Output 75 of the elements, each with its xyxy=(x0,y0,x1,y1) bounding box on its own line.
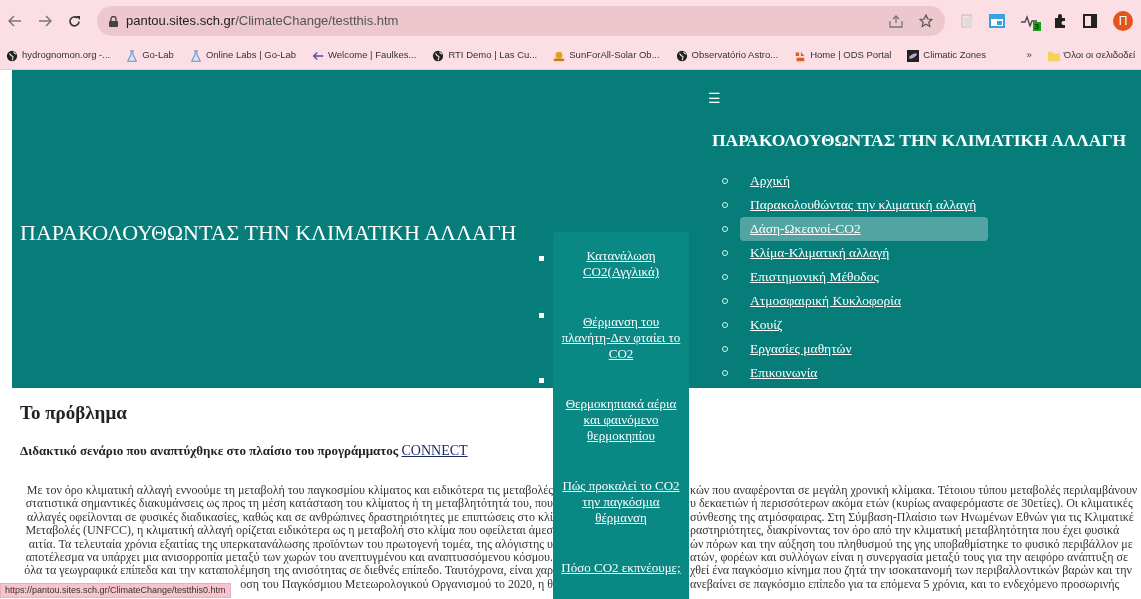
globe-icon xyxy=(432,49,445,62)
paragraph-text: υ δεκαετιών ή περισσότερων ακόμα ετών (κυρίως αναφερόμαστε σε 30ετίες). Οι κλιματικές xyxy=(690,497,1133,511)
pulse-icon xyxy=(1021,15,1037,27)
bookmark[interactable]: RTI Demo | Las Cu... xyxy=(432,48,538,63)
submenu-link[interactable]: Θερμοκηπιακά αέρια και φαινόμενο θερμοκηπίου xyxy=(553,396,689,444)
paragraph-text: ατών, φορέων και συλλόγων είναι η συνεργασία μεταξύ τους για την αειφόρο ανάπτυξη σε xyxy=(690,550,1128,565)
reload-icon[interactable] xyxy=(68,14,81,28)
section-heading: Το πρόβλημα xyxy=(20,402,127,425)
globe-icon xyxy=(6,49,18,62)
connect-link[interactable]: CONNECT xyxy=(401,443,468,458)
paragraph-text: αλλαγές οφείλονται σε φυσικές διαδικασίες, καθώς και σε ανθρώπινες δραστηριότητες με επιπτώσεις στο κλί xyxy=(26,510,553,525)
more-bookmarks-button[interactable]: » xyxy=(1026,48,1032,63)
nav-link[interactable]: Επιστημονική Μέθοδος xyxy=(740,265,988,290)
bullet-icon xyxy=(539,256,544,261)
extension-badge: 3 xyxy=(1032,22,1041,31)
folder-icon xyxy=(1047,49,1060,62)
sun-icon xyxy=(553,49,566,62)
submenu-link[interactable]: Πόσο CO2 εκπνέουμε; xyxy=(553,560,689,576)
lock-icon xyxy=(109,15,118,27)
galaxy-icon xyxy=(907,49,920,62)
paragraph-text: Μεταβολές (UNFCC), η κλιματική αλλαγή ορίζεται ειδικότερα ως η μεταβολή στο κλίμα που οφείλεται άμεσ xyxy=(25,524,553,538)
back-icon[interactable] xyxy=(8,15,22,27)
nav-link[interactable]: Εργασίες μαθητών xyxy=(740,337,988,362)
paragraph-text: ραστηριότητες, διακρίνοντας τον όρο από την κλιματική μεταβλητότητα που έχει φυσικά xyxy=(690,524,1120,538)
page-title: ΠΑΡΑΚΟΛΟΥΘΩΝΤΑΣ ΤΗΝ ΚΛΙΜΑΤΙΚΗ ΑΛΛΑΓΗ xyxy=(20,220,517,247)
bookmark[interactable]: SunForAll-Solar Ob... xyxy=(553,48,660,63)
flask-icon xyxy=(189,49,202,62)
submenu-link[interactable]: Πώς προκαλεί το CO2 την παγκόσμια θέρμανση xyxy=(553,478,689,526)
bookmark[interactable]: Online Labs | Go-Lab xyxy=(189,48,296,63)
paragraph-text: σύνθεσης της ατμόσφαιρας. Στη Σύμβαση-Πλαίσιο των Ηνωμένων Εθνών για τις Κλιματικέ xyxy=(690,510,1134,525)
nav-link[interactable]: Κουίζ xyxy=(740,313,988,338)
flask-icon xyxy=(126,49,139,62)
paragraph-text: ανεβαίνει σε παγκόσμιο επίπεδο για τα επόμενα 5 χρόνια, και το ενδεχόμενο προσωρινής xyxy=(690,577,1120,592)
bullet-icon xyxy=(539,313,544,318)
nav-link[interactable]: Επικοινωνία xyxy=(740,361,988,386)
nav-link[interactable]: Δάση-Ωκεανοί-CO2 xyxy=(740,217,988,242)
puzzle-icon[interactable] xyxy=(1053,14,1067,28)
paragraph-text: οση του Παγκόσμιου Μετεωρολογικού Οργανισμού το 2020, η θ xyxy=(240,577,553,592)
url-text: pantou.sites.sch.gr/ClimateChange/testthis.htm xyxy=(126,12,399,31)
paragraph-text: ών πόρων και την αύξηση του πληθυσμού της γης υποβαθμίστηκε το φυσικό περιβάλλον με xyxy=(690,537,1133,551)
paragraph-text: χθεί ένα παγκόσμιο κίνημα που ζητά την ισοκατανομή των περιβαλλοντικών βαρών και την xyxy=(690,564,1132,578)
paragraph-text: αιτία. Τα τελευταία χρόνια εξαιτίας της υπερκατανάλωσης προϊόντων του πρωτογενή τομέα, της αλόγιστης υ xyxy=(28,537,553,551)
profile-avatar[interactable]: П xyxy=(1113,11,1133,31)
bookmark[interactable]: Climatic Zones xyxy=(907,48,987,63)
paragraph-text: στατιστικά σημαντικές διακυμάνσεις ως προς τη μέση κατάσταση του κλίματος ή τη μεταβλητότητά του, που xyxy=(25,497,553,511)
bookmark[interactable]: Go-Lab xyxy=(126,48,174,63)
nav-link[interactable]: Ατμοσφαιρική Κυκλοφορία xyxy=(740,289,988,314)
extension-button[interactable]: 3 xyxy=(1021,15,1037,27)
forward-icon[interactable] xyxy=(38,15,52,27)
paragraph-text: Με τον όρο κλιματική αλλαγή εννοούμε τη μεταβολή του παγκοσμίου κλίματος και ειδικότερα τις μεταβολές xyxy=(26,484,553,498)
window-icon[interactable] xyxy=(989,14,1005,28)
star-icon[interactable] xyxy=(919,14,933,28)
subtitle: Διδακτικό σενάριο που αναπτύχθηκε στο πλαίσιο του προγράμματος CONNECT xyxy=(20,442,468,460)
site-title: ΠΑΡΑΚΟΛΟΥΘΩΝΤΑΣ ΤΗΝ ΚΛΙΜΑΤΙΚΗ ΑΛΛΑΓΗ xyxy=(712,129,1127,152)
submenu-link[interactable]: Θέρμανση του πλανήτη-Δεν φταίει το CO2 xyxy=(553,314,689,362)
paragraph-text: αποτέλεσμα να υπάρχει μια ανισορροπία μεταξύ των χωρών του ανεπτυγμένου και αναπτυσσόμενου κόσμου. xyxy=(25,550,553,565)
status-bar: https://pantou.sites.sch.gr/ClimateChange/testthis0.htm xyxy=(0,583,231,598)
paragraph-text: κών που αναφέρονται σε μεγάλη χρονική κλίμακα. Τέτοιου τύπου μεταβολές περιλαμβάνουν xyxy=(690,484,1138,498)
nav-link[interactable]: Παρακολουθώντας την κλιματική αλλαγή xyxy=(740,193,988,218)
bookmark[interactable]: Home | ODS Portal xyxy=(794,48,892,63)
globe-icon xyxy=(675,49,688,62)
bullet-icon xyxy=(539,378,544,383)
menu-icon[interactable]: ☰ xyxy=(708,92,721,106)
side-panel-icon[interactable] xyxy=(1083,14,1097,28)
nav-link[interactable]: Αρχική xyxy=(740,169,988,194)
bookmark[interactable]: Observatório Astro... xyxy=(675,48,779,63)
paragraph-text: όλα τα γεωγραφικά επίπεδα και την καταπολέμηση της ανισότητας σε διεθνές επίπεδο. Ταυτόχρονα, είναι χαρ xyxy=(24,564,553,578)
bookmark[interactable]: hydrognomon.org -... xyxy=(6,48,111,63)
bookmark-folder[interactable]: Όλοι οι σελιδοδεί xyxy=(1047,48,1135,63)
submenu-link[interactable]: Κατανάλωση CO2(Αγγλικά) xyxy=(553,248,689,280)
bookmark[interactable]: Welcome | Faulkes... xyxy=(312,48,417,63)
share-icon[interactable] xyxy=(889,14,903,28)
address-bar[interactable]: pantou.sites.sch.gr/ClimateChange/testthis.htm xyxy=(97,6,945,36)
arrow-icon xyxy=(312,49,324,62)
nav-link[interactable]: Κλίμα-Κλιματική αλλαγή xyxy=(740,241,988,266)
